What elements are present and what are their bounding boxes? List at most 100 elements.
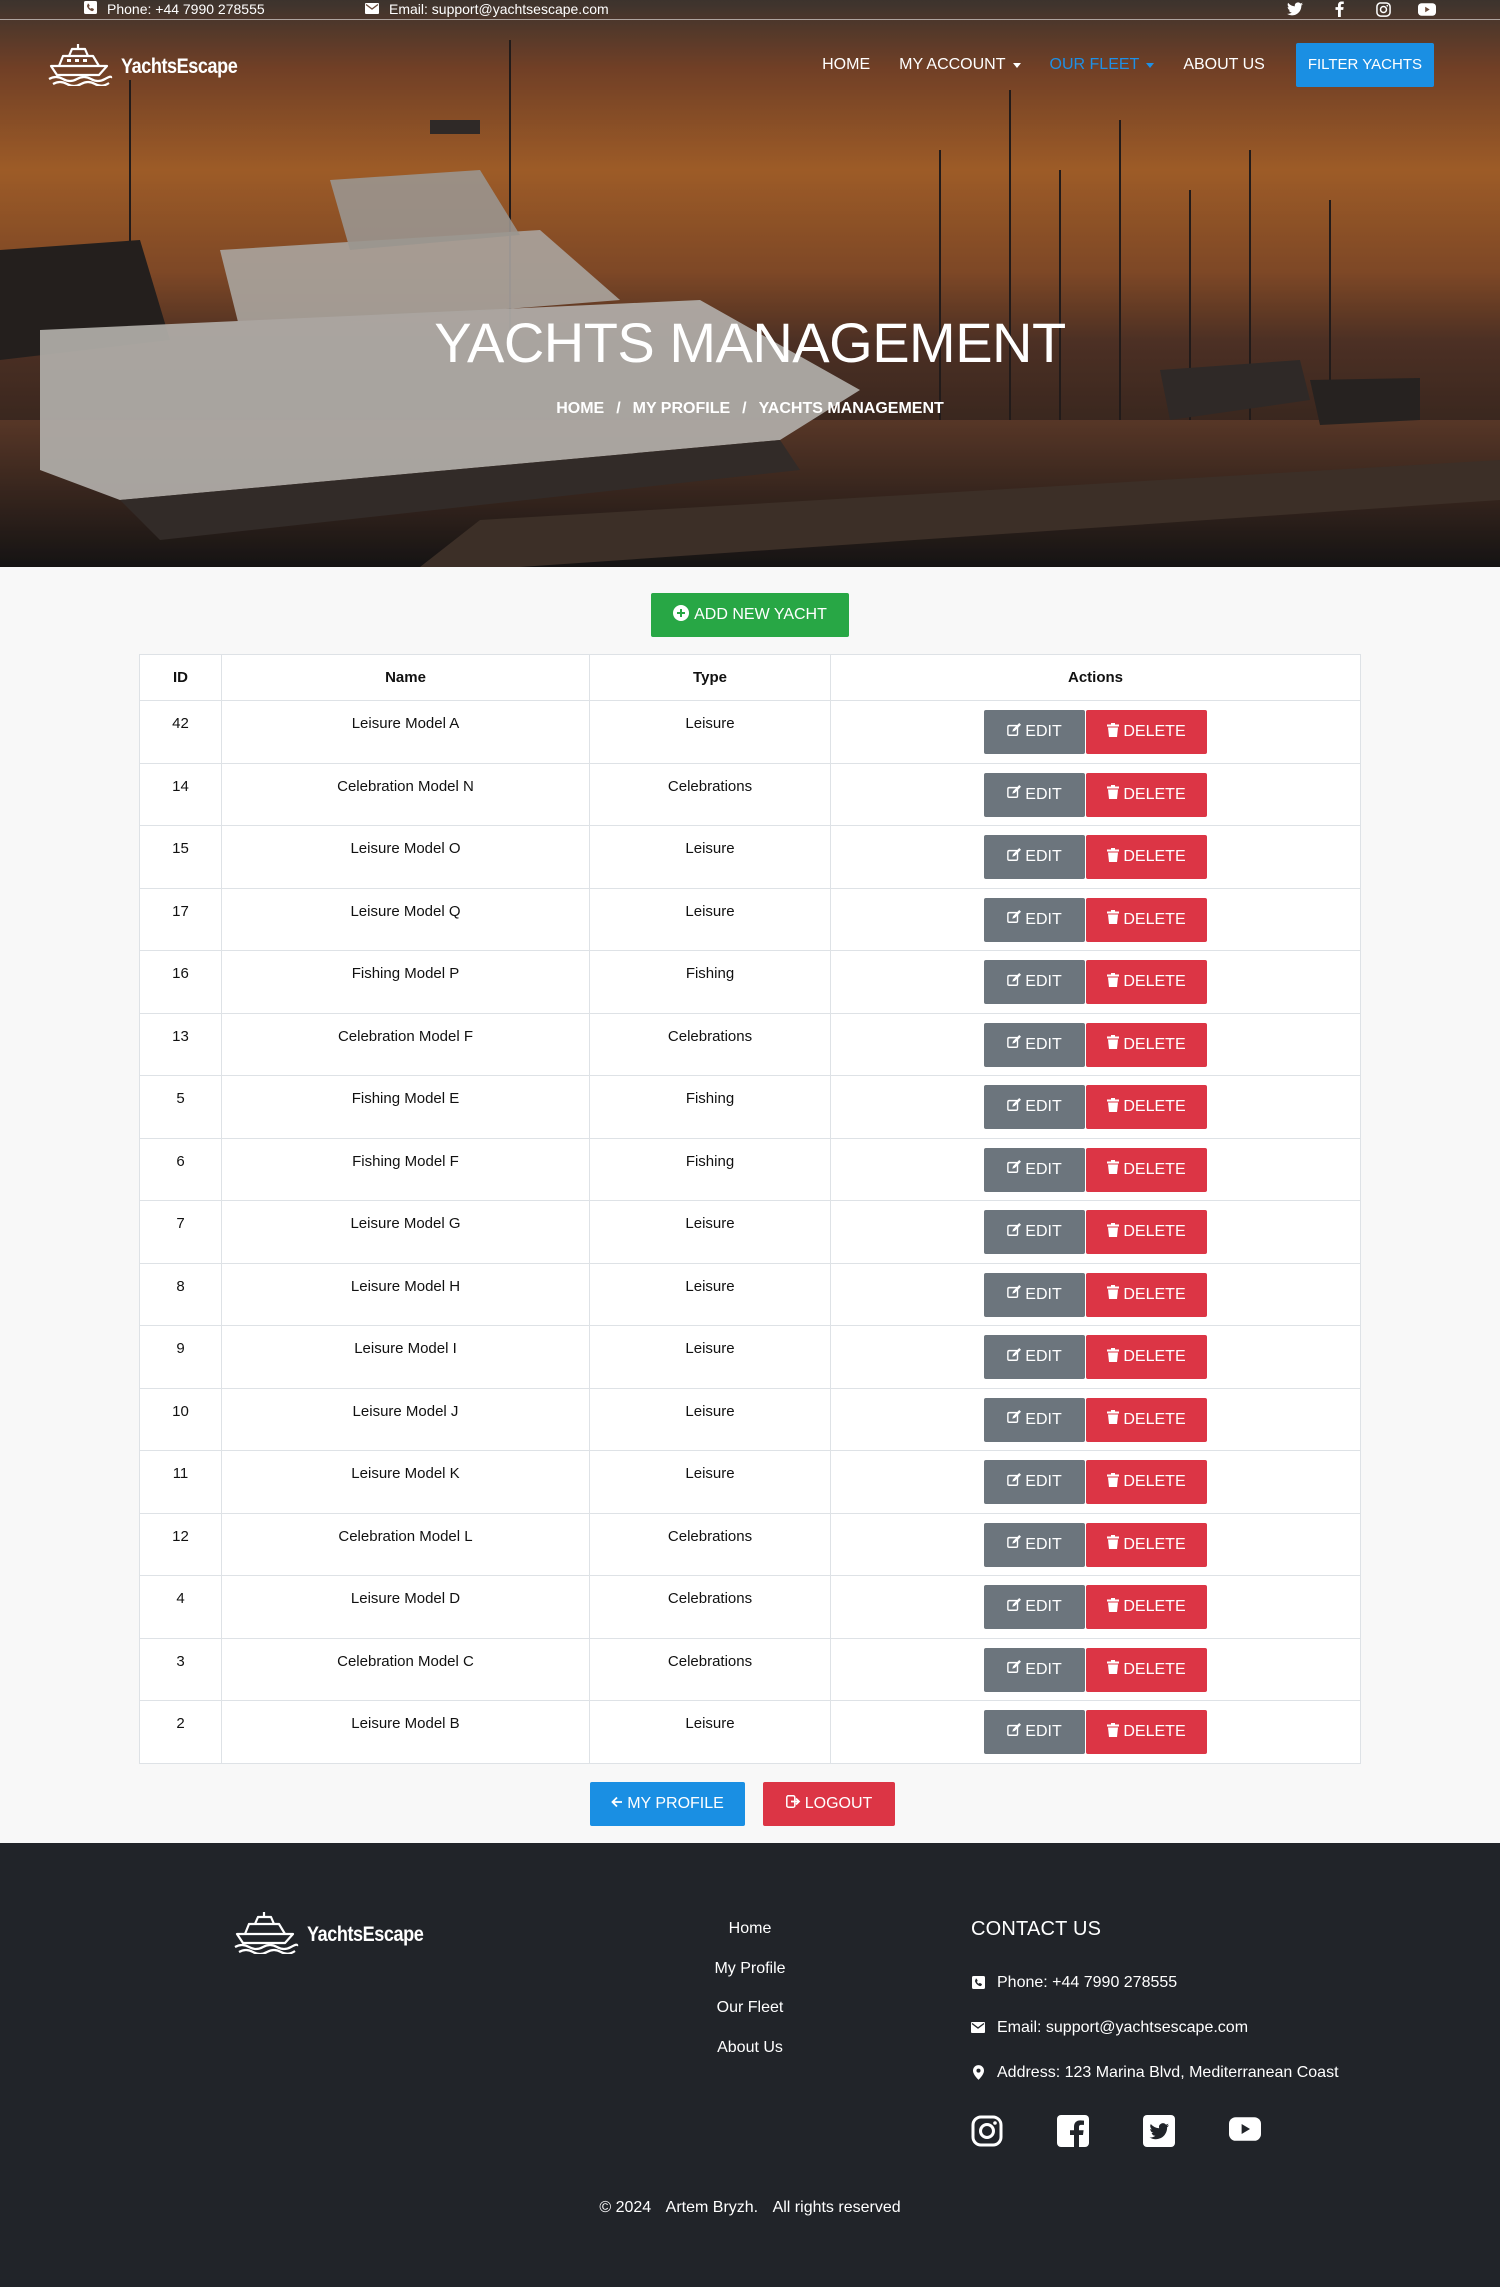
table-row: 16 Fishing Model P Fishing EDIT DELETE bbox=[139, 950, 1361, 1014]
hero-banner: Phone: +44 7990 278555 Email: support@ya… bbox=[0, 0, 1500, 567]
delete-button[interactable]: DELETE bbox=[1086, 772, 1207, 817]
edit-icon bbox=[1007, 910, 1022, 929]
footer-link-our-fleet[interactable]: Our Fleet bbox=[650, 1999, 850, 2039]
cell-type: Celebrations bbox=[589, 1637, 831, 1701]
delete-label: DELETE bbox=[1123, 1223, 1186, 1240]
breadcrumb-my-profile[interactable]: MY PROFILE bbox=[633, 400, 731, 418]
nav-our-fleet-dropdown[interactable]: OUR FLEET bbox=[1050, 56, 1155, 74]
edit-button[interactable]: EDIT bbox=[984, 1522, 1085, 1567]
edit-button[interactable]: EDIT bbox=[984, 1272, 1085, 1317]
edit-button[interactable]: EDIT bbox=[984, 1710, 1085, 1754]
logout-button[interactable]: LOGOUT bbox=[763, 1782, 895, 1826]
table-row: 5 Fishing Model E Fishing EDIT DELETE bbox=[139, 1075, 1361, 1139]
cell-type: Leisure bbox=[589, 825, 831, 889]
site-footer: YachtsEscape Home My Profile Our Fleet A… bbox=[0, 1843, 1500, 2287]
cell-name: Fishing Model P bbox=[221, 950, 590, 1014]
yachts-table-body: 42 Leisure Model A Leisure EDIT DELETE 14 Cele… bbox=[139, 700, 1361, 1764]
nav-my-account-dropdown[interactable]: MY ACCOUNT bbox=[899, 56, 1021, 74]
nav-home-label: HOME bbox=[822, 56, 871, 73]
delete-button[interactable]: DELETE bbox=[1086, 960, 1207, 1004]
add-new-yacht-label: ADD NEW YACHT bbox=[694, 606, 827, 623]
footer-link-about-us[interactable]: About Us bbox=[650, 2039, 850, 2079]
trash-icon bbox=[1107, 1097, 1120, 1117]
cell-id: 5 bbox=[139, 1075, 222, 1139]
cell-name: Leisure Model D bbox=[221, 1575, 590, 1639]
twitter-icon[interactable] bbox=[1143, 2115, 1175, 2147]
edit-button[interactable]: EDIT bbox=[984, 710, 1085, 754]
delete-button[interactable]: DELETE bbox=[1086, 897, 1207, 942]
edit-button[interactable]: EDIT bbox=[984, 1147, 1085, 1192]
facebook-icon[interactable] bbox=[1330, 0, 1348, 18]
header-type: Type bbox=[589, 654, 831, 701]
youtube-icon[interactable] bbox=[1229, 2115, 1261, 2147]
edit-icon bbox=[1007, 1660, 1022, 1679]
delete-button[interactable]: DELETE bbox=[1086, 1335, 1207, 1379]
delete-button[interactable]: DELETE bbox=[1086, 1210, 1207, 1254]
delete-button[interactable]: DELETE bbox=[1086, 1585, 1207, 1629]
facebook-icon[interactable] bbox=[1057, 2115, 1089, 2147]
cell-type: Celebrations bbox=[589, 762, 831, 826]
delete-button[interactable]: DELETE bbox=[1086, 710, 1207, 754]
instagram-icon[interactable] bbox=[971, 2115, 1003, 2147]
top-phone-text: Phone: +44 7990 278555 bbox=[107, 1, 265, 17]
footer-brand-logo[interactable]: YachtsEscape bbox=[233, 1910, 442, 1959]
delete-button[interactable]: DELETE bbox=[1086, 835, 1207, 879]
delete-button[interactable]: DELETE bbox=[1086, 1522, 1207, 1567]
delete-button[interactable]: DELETE bbox=[1086, 1460, 1207, 1504]
my-profile-button[interactable]: MY PROFILE bbox=[590, 1782, 745, 1826]
edit-label: EDIT bbox=[1025, 1660, 1062, 1678]
cell-actions: EDIT DELETE bbox=[830, 1075, 1361, 1139]
twitter-icon[interactable] bbox=[1286, 0, 1304, 18]
table-row: 6 Fishing Model F Fishing EDIT DELETE bbox=[139, 1137, 1361, 1201]
trash-icon bbox=[1107, 1285, 1120, 1304]
breadcrumb-separator: / bbox=[616, 400, 621, 417]
caret-down-icon bbox=[1146, 62, 1155, 68]
edit-button[interactable]: EDIT bbox=[984, 1335, 1085, 1379]
edit-icon bbox=[1007, 1347, 1022, 1367]
edit-button[interactable]: EDIT bbox=[984, 1210, 1085, 1254]
filter-yachts-button[interactable]: FILTER YACHTS bbox=[1295, 43, 1434, 87]
delete-button[interactable]: DELETE bbox=[1086, 1085, 1207, 1129]
copyright: © 2024 Artem Bryzh. All rights reserved bbox=[0, 2199, 1500, 2217]
edit-button[interactable]: EDIT bbox=[984, 1585, 1085, 1629]
edit-icon bbox=[1007, 847, 1022, 867]
trash-icon bbox=[1107, 910, 1120, 929]
delete-button[interactable]: DELETE bbox=[1086, 1710, 1207, 1754]
youtube-icon[interactable] bbox=[1418, 0, 1436, 18]
edit-button[interactable]: EDIT bbox=[984, 772, 1085, 817]
table-row: 15 Leisure Model O Leisure EDIT DELETE bbox=[139, 825, 1361, 889]
delete-button[interactable]: DELETE bbox=[1086, 1647, 1207, 1692]
edit-button[interactable]: EDIT bbox=[984, 1397, 1085, 1442]
cell-actions: EDIT DELETE bbox=[830, 887, 1361, 951]
breadcrumb-separator: / bbox=[742, 400, 747, 417]
edit-button[interactable]: EDIT bbox=[984, 1647, 1085, 1692]
edit-button[interactable]: EDIT bbox=[984, 1022, 1085, 1067]
add-new-yacht-button[interactable]: ADD NEW YACHT bbox=[651, 593, 849, 637]
delete-button[interactable]: DELETE bbox=[1086, 1147, 1207, 1192]
edit-label: EDIT bbox=[1025, 1598, 1062, 1615]
footer-link-home[interactable]: Home bbox=[650, 1920, 850, 1960]
table-row: 9 Leisure Model I Leisure EDIT DELETE bbox=[139, 1325, 1361, 1389]
edit-button[interactable]: EDIT bbox=[984, 897, 1085, 942]
edit-icon bbox=[1007, 1035, 1022, 1054]
instagram-icon[interactable] bbox=[1374, 0, 1392, 18]
edit-button[interactable]: EDIT bbox=[984, 1460, 1085, 1504]
nav-home[interactable]: HOME bbox=[822, 56, 870, 74]
delete-button[interactable]: DELETE bbox=[1086, 1272, 1207, 1317]
edit-button[interactable]: EDIT bbox=[984, 835, 1085, 879]
brand-logo[interactable]: YachtsEscape bbox=[47, 42, 256, 91]
footer-link-my-profile[interactable]: My Profile bbox=[650, 1960, 850, 2000]
cell-name: Fishing Model F bbox=[221, 1137, 590, 1201]
nav-our-fleet-label: OUR FLEET bbox=[1049, 56, 1140, 73]
delete-button[interactable]: DELETE bbox=[1086, 1397, 1207, 1442]
edit-label: EDIT bbox=[1025, 973, 1062, 990]
breadcrumb-home[interactable]: HOME bbox=[556, 400, 604, 418]
delete-button[interactable]: DELETE bbox=[1086, 1022, 1207, 1067]
edit-icon bbox=[1007, 1097, 1022, 1117]
edit-button[interactable]: EDIT bbox=[984, 960, 1085, 1004]
nav-about-us[interactable]: ABOUT US bbox=[1183, 56, 1265, 74]
edit-button[interactable]: EDIT bbox=[984, 1085, 1085, 1129]
trash-icon bbox=[1107, 1660, 1120, 1679]
trash-icon bbox=[1107, 1410, 1120, 1429]
nav-menu: HOME MY ACCOUNT OUR FLEET ABOUT US FILTE… bbox=[793, 43, 1434, 87]
